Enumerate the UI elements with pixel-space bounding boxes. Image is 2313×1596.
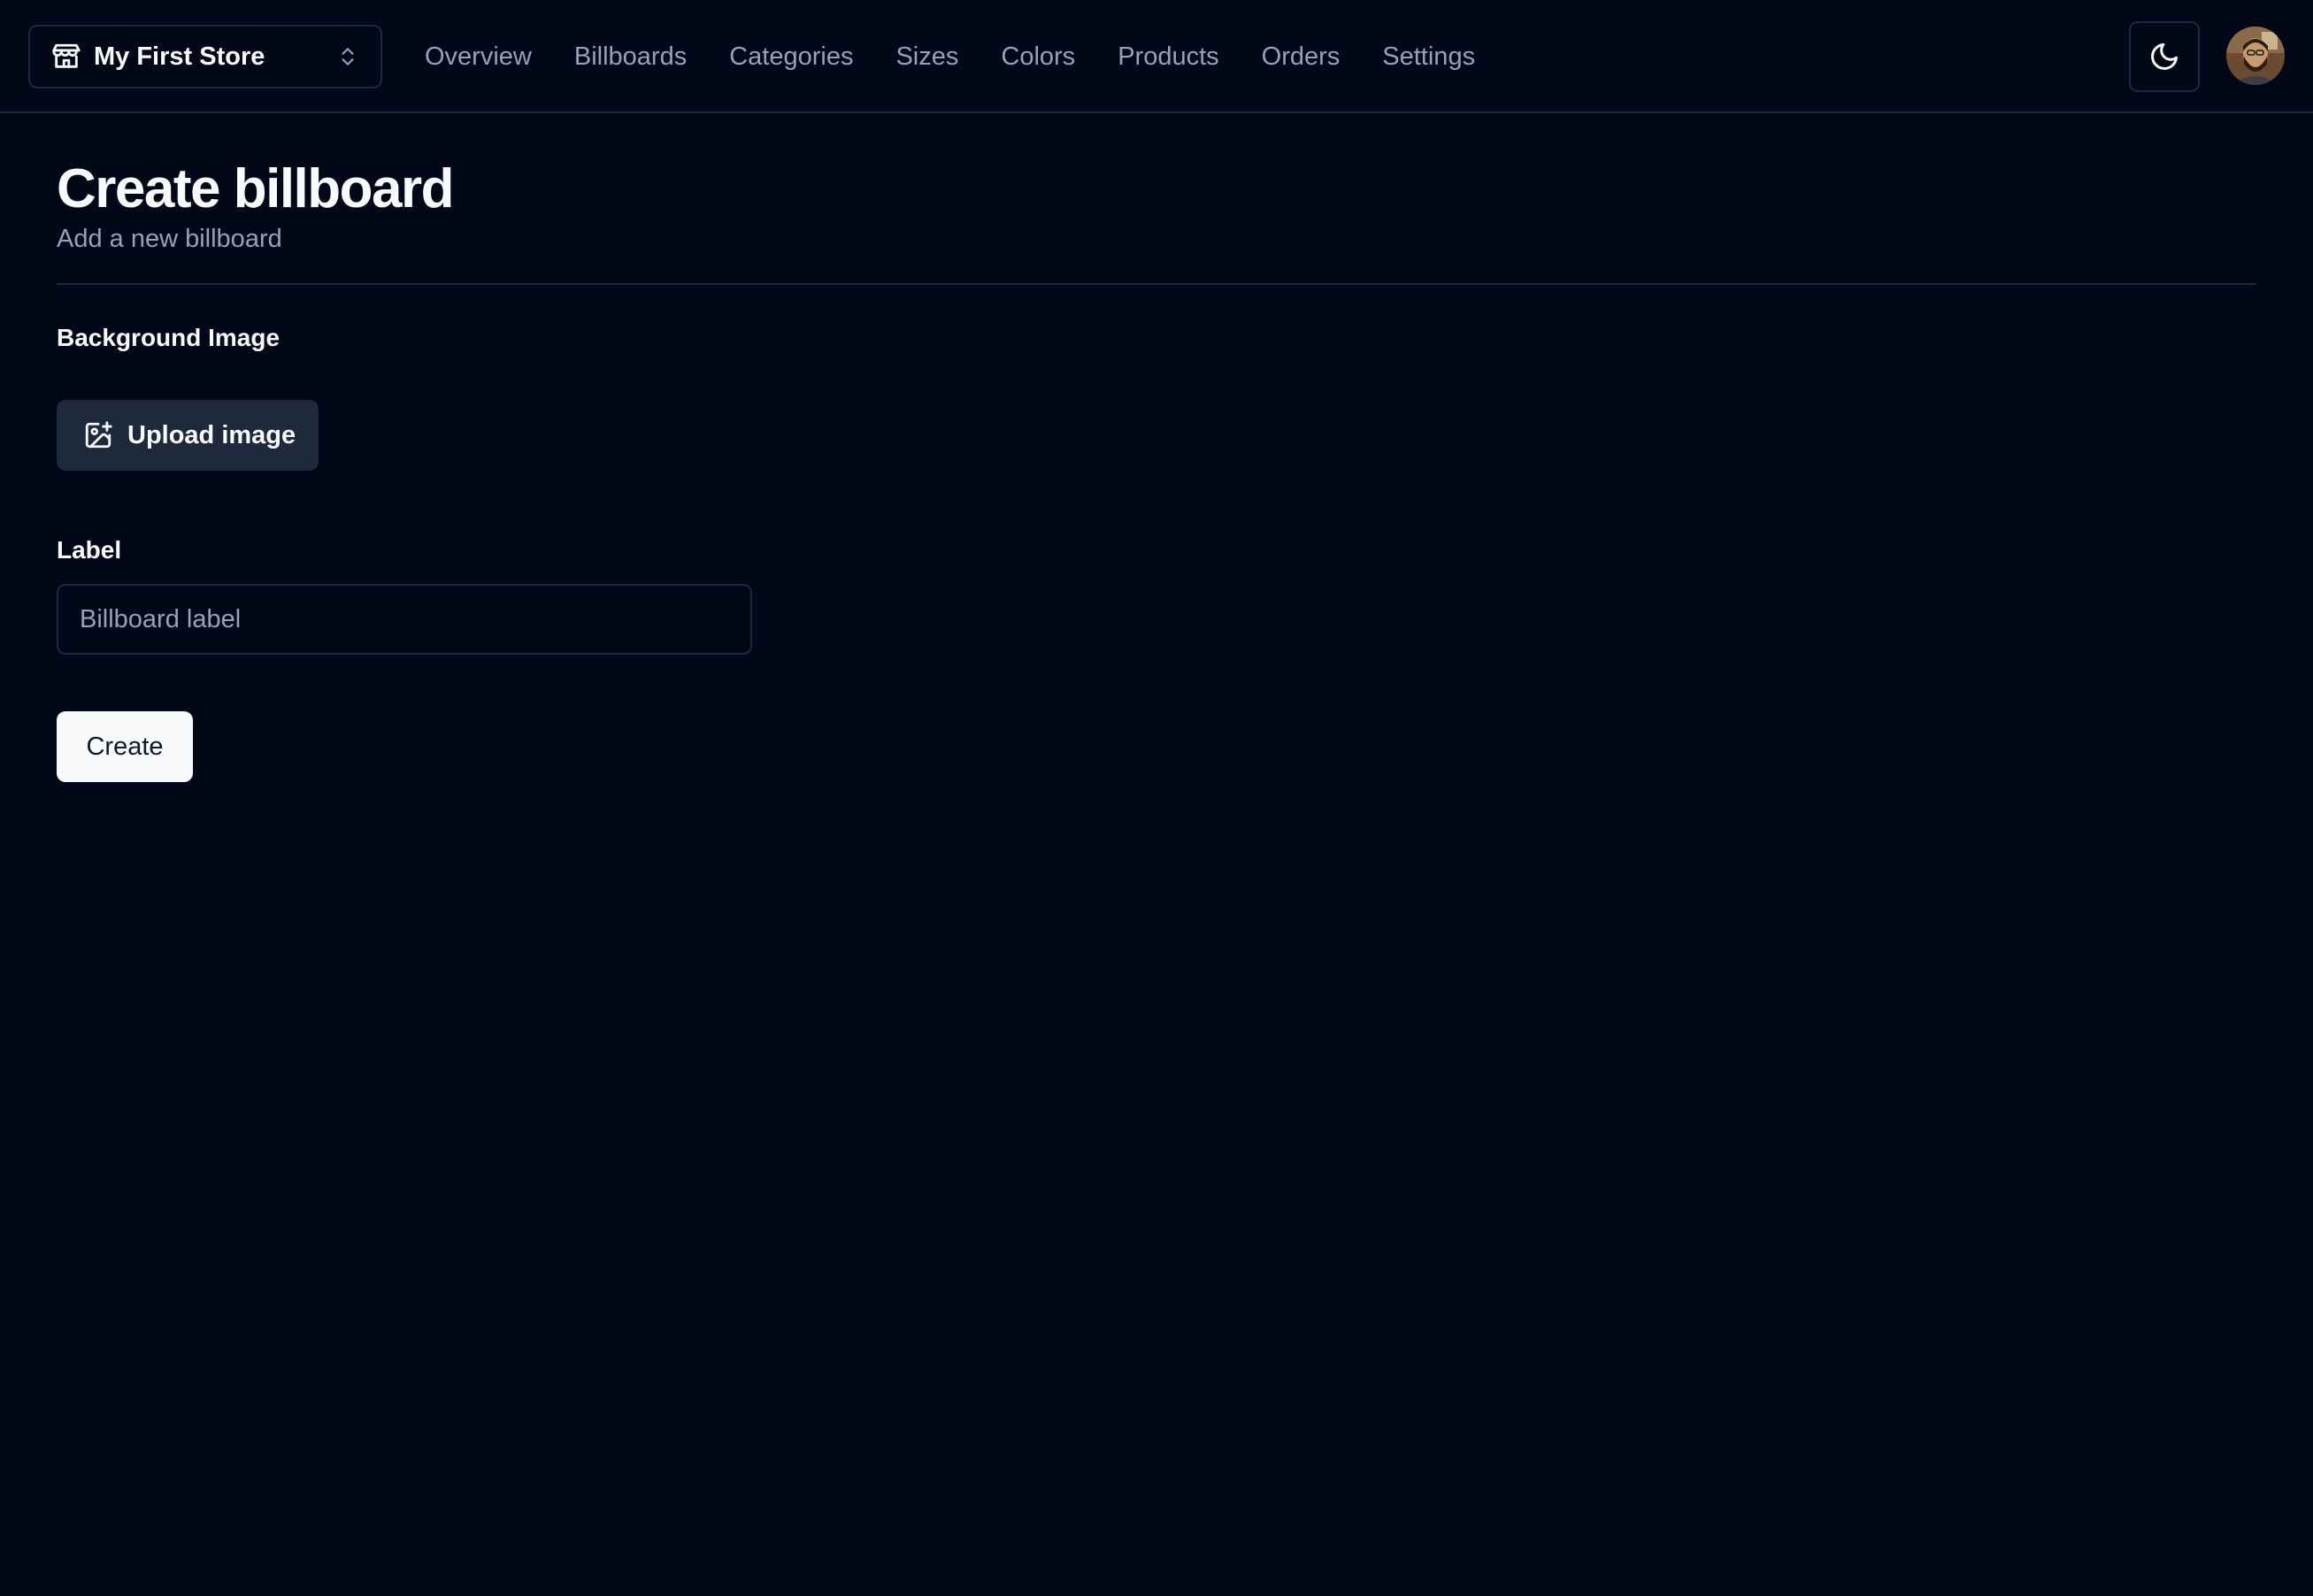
upload-image-button[interactable]: Upload image: [57, 400, 319, 471]
billboard-label-input[interactable]: [57, 584, 752, 655]
moon-icon: [2148, 41, 2180, 73]
nav-overview[interactable]: Overview: [425, 42, 532, 72]
background-image-label: Background Image: [57, 324, 280, 351]
image-plus-icon: [83, 420, 113, 450]
nav-settings[interactable]: Settings: [1382, 42, 1475, 72]
divider: [57, 283, 2256, 285]
page-subtitle: Add a new billboard: [57, 225, 282, 253]
nav-categories[interactable]: Categories: [729, 42, 853, 72]
top-navbar: My First Store Overview Billboards Categ…: [0, 0, 2313, 113]
store-icon: [51, 42, 81, 72]
store-switcher[interactable]: My First Store: [28, 25, 382, 88]
page-title: Create billboard: [57, 158, 455, 219]
nav-products[interactable]: Products: [1118, 42, 1218, 72]
upload-image-label: Upload image: [127, 420, 296, 449]
nav-orders[interactable]: Orders: [1262, 42, 1341, 72]
nav-colors[interactable]: Colors: [1001, 42, 1075, 72]
label-field-label: Label: [57, 536, 122, 564]
store-name: My First Store: [94, 42, 265, 71]
theme-toggle-button[interactable]: [2129, 21, 2200, 92]
nav-sizes[interactable]: Sizes: [895, 42, 958, 72]
user-avatar[interactable]: [2226, 27, 2285, 85]
chevrons-up-down-icon: [336, 43, 359, 70]
main-nav: Overview Billboards Categories Sizes Col…: [425, 0, 1518, 113]
create-button[interactable]: Create: [57, 711, 193, 782]
nav-billboards[interactable]: Billboards: [574, 42, 687, 72]
